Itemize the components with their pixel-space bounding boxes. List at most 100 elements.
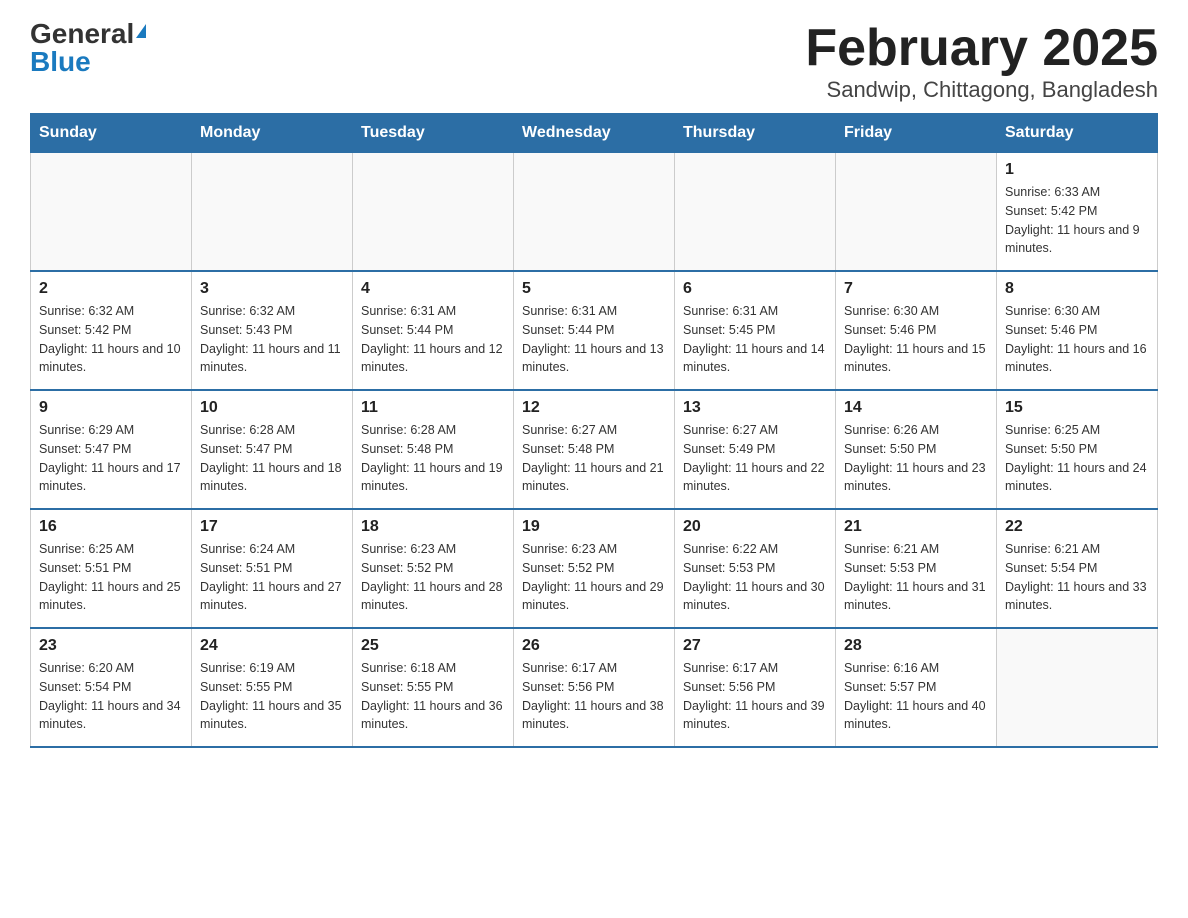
calendar-cell: 28 Sunrise: 6:16 AMSunset: 5:57 PMDayligh… <box>836 628 997 747</box>
calendar-week-row: 9 Sunrise: 6:29 AMSunset: 5:47 PMDaylight… <box>31 390 1158 509</box>
day-number: 6 <box>683 280 827 298</box>
day-info: Sunrise: 6:27 AMSunset: 5:48 PMDaylight:… <box>522 421 666 496</box>
calendar-cell: 20 Sunrise: 6:22 AMSunset: 5:53 PMDayligh… <box>675 509 836 628</box>
day-number: 26 <box>522 637 666 655</box>
calendar-cell <box>31 153 192 272</box>
day-info: Sunrise: 6:19 AMSunset: 5:55 PMDaylight:… <box>200 659 344 734</box>
calendar-header-row: SundayMondayTuesdayWednesdayThursdayFrid… <box>31 114 1158 153</box>
logo-general-text: General <box>30 20 134 48</box>
day-number: 3 <box>200 280 344 298</box>
day-info: Sunrise: 6:21 AMSunset: 5:53 PMDaylight:… <box>844 540 988 615</box>
logo-blue-text: Blue <box>30 48 91 76</box>
day-number: 7 <box>844 280 988 298</box>
day-number: 5 <box>522 280 666 298</box>
day-info: Sunrise: 6:30 AMSunset: 5:46 PMDaylight:… <box>1005 302 1149 377</box>
day-info: Sunrise: 6:29 AMSunset: 5:47 PMDaylight:… <box>39 421 183 496</box>
calendar-week-row: 1 Sunrise: 6:33 AMSunset: 5:42 PMDaylight… <box>31 153 1158 272</box>
calendar-cell: 5 Sunrise: 6:31 AMSunset: 5:44 PMDaylight… <box>514 271 675 390</box>
day-info: Sunrise: 6:17 AMSunset: 5:56 PMDaylight:… <box>522 659 666 734</box>
day-info: Sunrise: 6:24 AMSunset: 5:51 PMDaylight:… <box>200 540 344 615</box>
calendar-header-wednesday: Wednesday <box>514 114 675 153</box>
calendar-cell: 6 Sunrise: 6:31 AMSunset: 5:45 PMDaylight… <box>675 271 836 390</box>
calendar-cell: 21 Sunrise: 6:21 AMSunset: 5:53 PMDayligh… <box>836 509 997 628</box>
logo-triangle-icon <box>136 24 146 38</box>
calendar-header-tuesday: Tuesday <box>353 114 514 153</box>
calendar-header-thursday: Thursday <box>675 114 836 153</box>
day-info: Sunrise: 6:18 AMSunset: 5:55 PMDaylight:… <box>361 659 505 734</box>
day-number: 20 <box>683 518 827 536</box>
calendar-cell: 16 Sunrise: 6:25 AMSunset: 5:51 PMDayligh… <box>31 509 192 628</box>
day-number: 15 <box>1005 399 1149 417</box>
day-number: 17 <box>200 518 344 536</box>
day-info: Sunrise: 6:20 AMSunset: 5:54 PMDaylight:… <box>39 659 183 734</box>
day-number: 9 <box>39 399 183 417</box>
day-number: 24 <box>200 637 344 655</box>
calendar-cell <box>836 153 997 272</box>
day-info: Sunrise: 6:31 AMSunset: 5:45 PMDaylight:… <box>683 302 827 377</box>
logo: General Blue <box>30 20 146 76</box>
day-info: Sunrise: 6:22 AMSunset: 5:53 PMDaylight:… <box>683 540 827 615</box>
calendar-cell: 25 Sunrise: 6:18 AMSunset: 5:55 PMDayligh… <box>353 628 514 747</box>
day-number: 28 <box>844 637 988 655</box>
calendar-cell: 9 Sunrise: 6:29 AMSunset: 5:47 PMDaylight… <box>31 390 192 509</box>
calendar-cell: 12 Sunrise: 6:27 AMSunset: 5:48 PMDayligh… <box>514 390 675 509</box>
calendar-header-saturday: Saturday <box>997 114 1158 153</box>
calendar-cell: 11 Sunrise: 6:28 AMSunset: 5:48 PMDayligh… <box>353 390 514 509</box>
day-number: 19 <box>522 518 666 536</box>
day-number: 1 <box>1005 161 1149 179</box>
calendar-cell: 1 Sunrise: 6:33 AMSunset: 5:42 PMDaylight… <box>997 153 1158 272</box>
day-number: 11 <box>361 399 505 417</box>
calendar-title: February 2025 <box>805 20 1158 77</box>
day-info: Sunrise: 6:25 AMSunset: 5:50 PMDaylight:… <box>1005 421 1149 496</box>
day-info: Sunrise: 6:23 AMSunset: 5:52 PMDaylight:… <box>361 540 505 615</box>
calendar-cell: 2Sunrise: 6:32 AMSunset: 5:42 PMDaylight… <box>31 271 192 390</box>
day-info: Sunrise: 6:31 AMSunset: 5:44 PMDaylight:… <box>522 302 666 377</box>
day-info: Sunrise: 6:17 AMSunset: 5:56 PMDaylight:… <box>683 659 827 734</box>
day-number: 27 <box>683 637 827 655</box>
day-info: Sunrise: 6:16 AMSunset: 5:57 PMDaylight:… <box>844 659 988 734</box>
calendar-subtitle: Sandwip, Chittagong, Bangladesh <box>805 77 1158 103</box>
day-number: 4 <box>361 280 505 298</box>
day-number: 21 <box>844 518 988 536</box>
calendar-header-monday: Monday <box>192 114 353 153</box>
day-info: Sunrise: 6:26 AMSunset: 5:50 PMDaylight:… <box>844 421 988 496</box>
calendar-cell: 24 Sunrise: 6:19 AMSunset: 5:55 PMDayligh… <box>192 628 353 747</box>
calendar-table: SundayMondayTuesdayWednesdayThursdayFrid… <box>30 113 1158 748</box>
calendar-header-sunday: Sunday <box>31 114 192 153</box>
calendar-cell: 8 Sunrise: 6:30 AMSunset: 5:46 PMDaylight… <box>997 271 1158 390</box>
calendar-cell: 22 Sunrise: 6:21 AMSunset: 5:54 PMDayligh… <box>997 509 1158 628</box>
day-info: Sunrise: 6:21 AMSunset: 5:54 PMDaylight:… <box>1005 540 1149 615</box>
calendar-cell: 10Sunrise: 6:28 AMSunset: 5:47 PMDayligh… <box>192 390 353 509</box>
day-number: 12 <box>522 399 666 417</box>
day-info: Sunrise: 6:30 AMSunset: 5:46 PMDaylight:… <box>844 302 988 377</box>
calendar-cell: 4 Sunrise: 6:31 AMSunset: 5:44 PMDaylight… <box>353 271 514 390</box>
calendar-cell: 18Sunrise: 6:23 AMSunset: 5:52 PMDayligh… <box>353 509 514 628</box>
day-number: 22 <box>1005 518 1149 536</box>
day-number: 8 <box>1005 280 1149 298</box>
day-info: Sunrise: 6:28 AMSunset: 5:48 PMDaylight:… <box>361 421 505 496</box>
page-header: General Blue February 2025 Sandwip, Chit… <box>30 20 1158 103</box>
calendar-cell <box>192 153 353 272</box>
day-number: 13 <box>683 399 827 417</box>
calendar-cell: 19Sunrise: 6:23 AMSunset: 5:52 PMDayligh… <box>514 509 675 628</box>
calendar-cell: 3Sunrise: 6:32 AMSunset: 5:43 PMDaylight… <box>192 271 353 390</box>
day-info: Sunrise: 6:25 AMSunset: 5:51 PMDaylight:… <box>39 540 183 615</box>
calendar-week-row: 2Sunrise: 6:32 AMSunset: 5:42 PMDaylight… <box>31 271 1158 390</box>
calendar-cell: 27 Sunrise: 6:17 AMSunset: 5:56 PMDayligh… <box>675 628 836 747</box>
calendar-cell: 26 Sunrise: 6:17 AMSunset: 5:56 PMDayligh… <box>514 628 675 747</box>
day-number: 2 <box>39 280 183 298</box>
day-info: Sunrise: 6:33 AMSunset: 5:42 PMDaylight:… <box>1005 183 1149 258</box>
calendar-header-friday: Friday <box>836 114 997 153</box>
day-number: 23 <box>39 637 183 655</box>
calendar-week-row: 23 Sunrise: 6:20 AMSunset: 5:54 PMDayligh… <box>31 628 1158 747</box>
calendar-cell <box>675 153 836 272</box>
day-number: 16 <box>39 518 183 536</box>
calendar-cell: 17 Sunrise: 6:24 AMSunset: 5:51 PMDayligh… <box>192 509 353 628</box>
day-info: Sunrise: 6:28 AMSunset: 5:47 PMDaylight:… <box>200 421 344 496</box>
calendar-cell: 23 Sunrise: 6:20 AMSunset: 5:54 PMDayligh… <box>31 628 192 747</box>
day-number: 14 <box>844 399 988 417</box>
day-info: Sunrise: 6:31 AMSunset: 5:44 PMDaylight:… <box>361 302 505 377</box>
calendar-cell <box>514 153 675 272</box>
day-number: 25 <box>361 637 505 655</box>
calendar-cell <box>353 153 514 272</box>
